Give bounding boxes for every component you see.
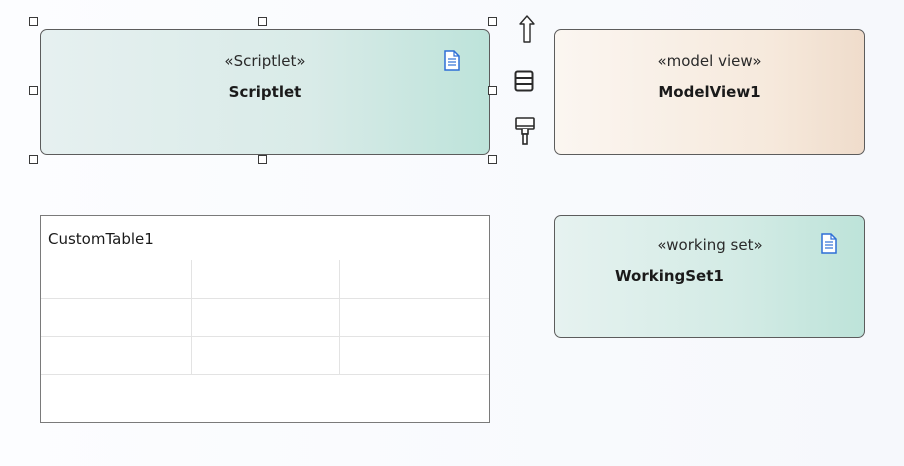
quick-linker-arrow-icon[interactable] <box>517 14 537 44</box>
table-row-divider <box>41 374 489 375</box>
document-icon <box>821 233 837 254</box>
format-painter-icon[interactable] <box>514 116 536 146</box>
custom-table-element[interactable]: CustomTable1 <box>40 215 490 423</box>
element-stereotype: «model view» <box>657 52 762 70</box>
resize-handle-ne[interactable] <box>488 17 497 26</box>
resize-handle-w[interactable] <box>29 86 38 95</box>
table-row-divider <box>41 336 489 337</box>
table-column-divider <box>191 260 192 374</box>
table-row-divider <box>41 298 489 299</box>
table-title: CustomTable1 <box>48 230 154 248</box>
table-column-divider <box>339 260 340 374</box>
diagram-canvas[interactable]: «Scriptlet» Scriptlet «model view» Model… <box>0 0 904 466</box>
element-name: WorkingSet1 <box>615 267 724 285</box>
properties-list-icon[interactable] <box>514 70 534 92</box>
resize-handle-s[interactable] <box>258 155 267 164</box>
document-icon <box>444 50 460 71</box>
resize-handle-se[interactable] <box>488 155 497 164</box>
resize-handle-nw[interactable] <box>29 17 38 26</box>
resize-handle-sw[interactable] <box>29 155 38 164</box>
element-stereotype: «working set» <box>657 236 763 254</box>
element-stereotype: «Scriptlet» <box>224 52 306 70</box>
working-set-element[interactable]: «working set» WorkingSet1 <box>554 215 865 338</box>
element-name: ModelView1 <box>658 83 761 101</box>
element-name: Scriptlet <box>228 83 302 101</box>
model-view-element[interactable]: «model view» ModelView1 <box>554 29 865 155</box>
resize-handle-n[interactable] <box>258 17 267 26</box>
scriptlet-element[interactable]: «Scriptlet» Scriptlet <box>40 29 490 155</box>
resize-handle-e[interactable] <box>488 86 497 95</box>
